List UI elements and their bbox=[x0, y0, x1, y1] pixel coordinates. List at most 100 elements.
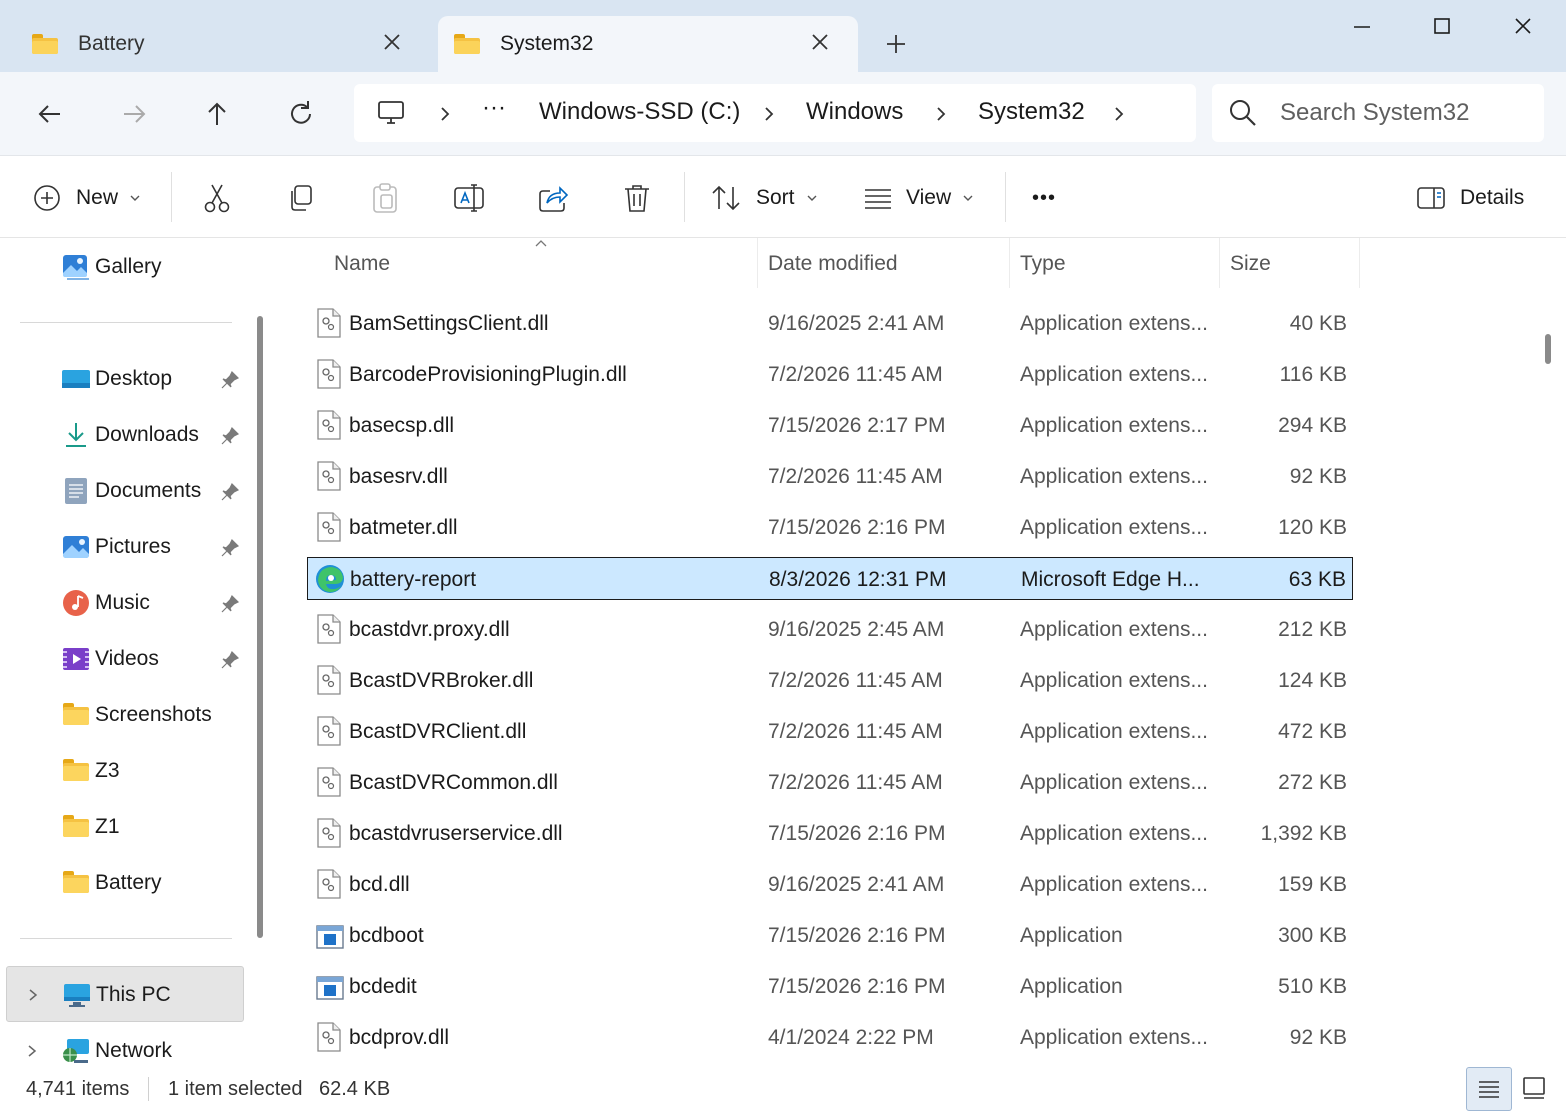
details-view-icon bbox=[1479, 1081, 1499, 1098]
table-row-selected[interactable]: battery-report 8/3/2026 12:31 PM Microsoft… bbox=[307, 557, 1353, 600]
up-arrow-icon[interactable] bbox=[199, 96, 235, 132]
table-row[interactable]: basecsp.dll 7/15/2026 2:17 PM Application … bbox=[307, 404, 1353, 447]
sidebar-item-desktop[interactable]: Desktop bbox=[0, 351, 250, 407]
breadcrumb-overflow[interactable]: ··· bbox=[482, 94, 506, 122]
delete-button[interactable] bbox=[620, 178, 654, 218]
file-list-scrollbar[interactable] bbox=[1545, 334, 1551, 364]
new-label: New bbox=[76, 186, 119, 209]
column-header-type[interactable]: Type bbox=[1020, 252, 1066, 276]
table-row[interactable]: batmeter.dll 7/15/2026 2:16 PM Application… bbox=[307, 506, 1353, 549]
sidebar-item-music[interactable]: Music bbox=[0, 575, 250, 631]
forward-arrow-icon[interactable] bbox=[116, 96, 152, 132]
chevron-right-icon[interactable] bbox=[438, 104, 452, 124]
sort-icon bbox=[712, 185, 740, 211]
file-size: 472 KB bbox=[1278, 720, 1347, 743]
table-row[interactable]: BamSettingsClient.dll 9/16/2025 2:41 AM Ap… bbox=[307, 302, 1353, 345]
table-row[interactable]: BcastDVRClient.dll 7/2/2026 11:45 AM Appli… bbox=[307, 710, 1353, 753]
details-button[interactable]: Details bbox=[1416, 178, 1524, 218]
chevron-right-icon[interactable] bbox=[762, 104, 776, 124]
tab-battery[interactable]: Battery bbox=[20, 16, 430, 72]
chevron-right-icon[interactable] bbox=[934, 104, 948, 124]
close-window-icon[interactable] bbox=[1505, 10, 1541, 42]
sidebar-item-gallery[interactable]: Gallery bbox=[0, 239, 250, 295]
sidebar-item-videos[interactable]: Videos bbox=[0, 631, 250, 687]
chevron-right-icon[interactable] bbox=[1112, 104, 1126, 124]
column-header-date[interactable]: Date modified bbox=[768, 252, 898, 276]
sort-button[interactable]: Sort bbox=[710, 178, 819, 218]
new-button[interactable]: New bbox=[32, 178, 142, 218]
column-divider[interactable] bbox=[1219, 238, 1220, 288]
table-row[interactable]: bcdedit 7/15/2026 2:16 PM Application 510 K… bbox=[307, 965, 1353, 1008]
pin-icon[interactable] bbox=[220, 594, 240, 614]
sidebar-item-z1[interactable]: Z1 bbox=[0, 799, 250, 855]
pin-icon[interactable] bbox=[220, 650, 240, 670]
breadcrumb-system32[interactable]: System32 bbox=[978, 98, 1085, 126]
sidebar-item-label: Screenshots bbox=[95, 703, 212, 726]
refresh-icon[interactable] bbox=[283, 96, 319, 132]
close-tab-icon[interactable] bbox=[380, 30, 404, 54]
column-header-name[interactable]: Name bbox=[334, 252, 390, 276]
file-type: Application bbox=[1020, 924, 1123, 947]
table-row[interactable]: BcastDVRCommon.dll 7/2/2026 11:45 AM Appli… bbox=[307, 761, 1353, 804]
back-arrow-icon[interactable] bbox=[32, 96, 68, 132]
table-row[interactable]: bcd.dll 9/16/2025 2:41 AM Application exte… bbox=[307, 863, 1353, 906]
close-tab-icon[interactable] bbox=[808, 30, 832, 54]
chevron-right-icon[interactable] bbox=[26, 1043, 38, 1059]
cut-button[interactable] bbox=[200, 178, 234, 218]
search-box[interactable] bbox=[1212, 84, 1544, 142]
sidebar-item-battery[interactable]: Battery bbox=[0, 855, 250, 911]
file-size: 120 KB bbox=[1278, 516, 1347, 539]
chevron-down-icon bbox=[130, 195, 140, 201]
copy-button[interactable] bbox=[284, 178, 318, 218]
column-divider[interactable] bbox=[757, 238, 758, 288]
sidebar-item-this-pc[interactable]: This PC bbox=[6, 966, 244, 1022]
table-row[interactable]: bcastdvr.proxy.dll 9/16/2025 2:45 AM Appli… bbox=[307, 608, 1353, 651]
column-header-size[interactable]: Size bbox=[1230, 252, 1271, 276]
sidebar-item-screenshots[interactable]: Screenshots bbox=[0, 687, 250, 743]
maximize-icon[interactable] bbox=[1424, 10, 1460, 42]
column-divider[interactable] bbox=[1009, 238, 1010, 288]
sidebar-item-pictures[interactable]: Pictures bbox=[0, 519, 250, 575]
breadcrumb-drive[interactable]: Windows-SSD (C:) bbox=[539, 98, 740, 126]
sidebar-item-documents[interactable]: Documents bbox=[0, 463, 250, 519]
breadcrumb-windows[interactable]: Windows bbox=[806, 98, 903, 126]
desktop-icon bbox=[62, 370, 90, 388]
share-button[interactable] bbox=[536, 178, 570, 218]
sidebar-item-network[interactable]: Network bbox=[0, 1023, 250, 1065]
sidebar-item-z3[interactable]: Z3 bbox=[0, 743, 250, 799]
chevron-right-icon[interactable] bbox=[27, 987, 39, 1003]
file-size: 124 KB bbox=[1278, 669, 1347, 692]
tiles-view-button[interactable] bbox=[1512, 1067, 1558, 1111]
new-tab-icon[interactable] bbox=[882, 30, 910, 58]
pin-icon[interactable] bbox=[220, 426, 240, 446]
table-row[interactable]: basesrv.dll 7/2/2026 11:45 AM Application … bbox=[307, 455, 1353, 498]
table-row[interactable]: bcdboot 7/15/2026 2:16 PM Application 300 K… bbox=[307, 914, 1353, 957]
file-date-modified: 9/16/2025 2:45 AM bbox=[768, 618, 945, 641]
table-row[interactable]: BarcodeProvisioningPlugin.dll 7/2/2026 11… bbox=[307, 353, 1353, 396]
pin-icon[interactable] bbox=[220, 370, 240, 390]
table-row[interactable]: bcdprov.dll 4/1/2024 2:22 PM Application e… bbox=[307, 1016, 1353, 1059]
more-options-button[interactable]: ••• bbox=[1032, 178, 1056, 218]
trash-icon bbox=[625, 185, 649, 212]
sidebar-scrollbar[interactable] bbox=[257, 316, 263, 938]
table-row[interactable]: bcastdvruserservice.dll 7/15/2026 2:16 PM… bbox=[307, 812, 1353, 855]
sidebar-item-label: Network bbox=[95, 1039, 173, 1062]
plus-circle-icon bbox=[34, 185, 60, 211]
file-type: Application extens... bbox=[1020, 618, 1208, 641]
sidebar-item-downloads[interactable]: Downloads bbox=[0, 407, 250, 463]
pin-icon[interactable] bbox=[220, 538, 240, 558]
file-date-modified: 9/16/2025 2:41 AM bbox=[768, 873, 945, 896]
search-input[interactable] bbox=[1280, 94, 1530, 132]
file-name: BamSettingsClient.dll bbox=[349, 312, 549, 335]
view-button[interactable]: View bbox=[862, 178, 975, 218]
paste-button[interactable] bbox=[368, 178, 402, 218]
app-icon bbox=[316, 976, 344, 1000]
breadcrumb[interactable]: ··· Windows-SSD (C:) Windows System32 bbox=[354, 84, 1196, 142]
tab-system32[interactable]: System32 bbox=[438, 16, 858, 72]
rename-button[interactable] bbox=[452, 178, 486, 218]
column-divider[interactable] bbox=[1359, 238, 1360, 288]
details-view-button[interactable] bbox=[1466, 1067, 1512, 1111]
pin-icon[interactable] bbox=[220, 482, 240, 502]
table-row[interactable]: BcastDVRBroker.dll 7/2/2026 11:45 AM Appli… bbox=[307, 659, 1353, 702]
minimize-icon[interactable] bbox=[1344, 10, 1380, 42]
